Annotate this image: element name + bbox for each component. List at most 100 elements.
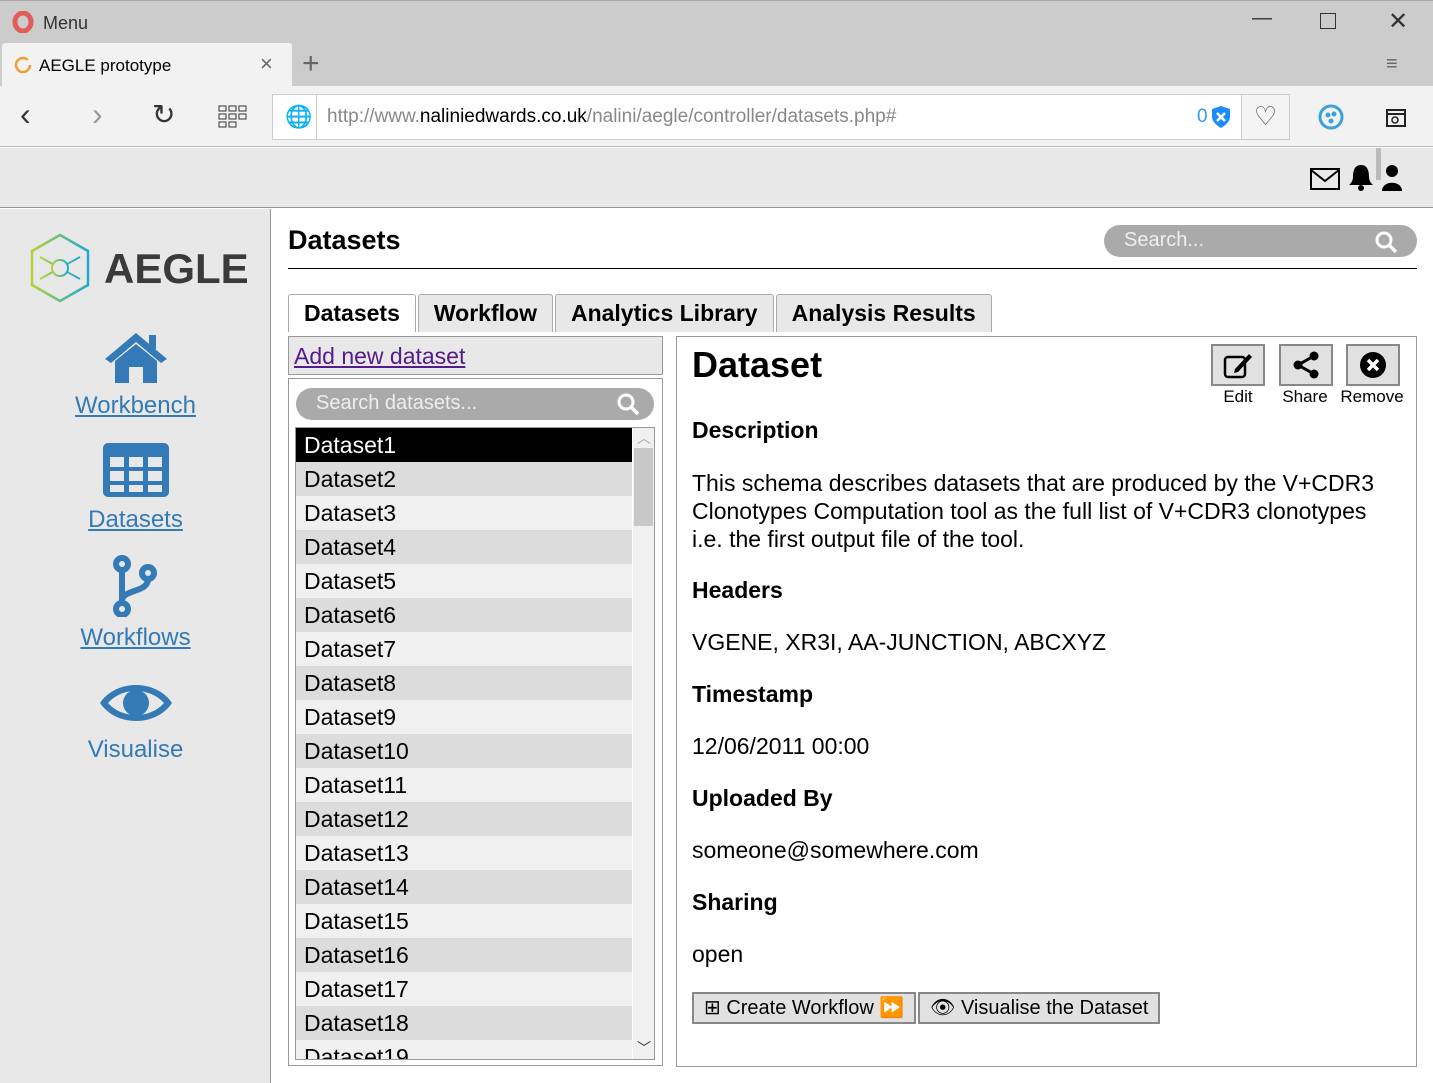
blocked-count: 0 (1197, 106, 1208, 127)
sidebar-item-workflows[interactable]: Workflows (0, 555, 271, 652)
ad-block-shield-icon[interactable] (1211, 105, 1231, 129)
speed-dial-icon[interactable] (218, 105, 248, 129)
description-label: Description (692, 417, 819, 443)
dataset-list-panel: Search datasets... Dataset1 Dataset2 Datas… (288, 378, 663, 1066)
back-button[interactable]: ‹ (20, 96, 31, 133)
globe-icon: 🌐 (285, 104, 313, 129)
table-icon: ⊞ (704, 997, 721, 1019)
eye-icon (99, 685, 172, 721)
create-workflow-button[interactable]: ⊞ Create Workflow ⏩ (692, 992, 917, 1024)
sidebar-item-visualise[interactable]: Visualise (0, 677, 271, 764)
close-tab-icon[interactable]: × (260, 51, 273, 77)
dataset-list-item[interactable]: Dataset2 (296, 462, 632, 496)
sidebar: AEGLE Workbench Datasets Workflows Visua… (0, 209, 271, 1083)
url-text[interactable]: http://www.naliniedwards.co.uk/nalini/ae… (327, 106, 896, 128)
sharing-value: open (692, 941, 744, 967)
headers-label: Headers (692, 577, 783, 603)
vpn-icon[interactable] (1318, 104, 1344, 130)
maximize-button[interactable] (1320, 13, 1336, 29)
home-icon (104, 333, 167, 383)
dataset-list-item[interactable]: Dataset18 (296, 1006, 632, 1040)
aegle-logo-icon (30, 233, 90, 303)
timestamp-label: Timestamp (692, 681, 814, 707)
bell-icon[interactable] (1347, 163, 1375, 193)
dataset-list-item[interactable]: Dataset16 (296, 938, 632, 972)
share-icon (1293, 351, 1319, 379)
logo-text: AEGLE (104, 245, 249, 292)
timestamp-value: 12/06/2011 00:00 (692, 733, 870, 759)
share-button[interactable] (1279, 344, 1333, 386)
sidebar-item-datasets[interactable]: Datasets (0, 441, 271, 534)
dataset-list-item[interactable]: Dataset12 (296, 802, 632, 836)
remove-label: Remove (1340, 387, 1404, 406)
bookmark-heart-icon[interactable]: ♡ (1241, 95, 1289, 139)
dataset-list-item[interactable]: Dataset11 (296, 768, 632, 802)
eye-icon: 👁 (930, 997, 956, 1019)
tab-list: Datasets Workflow Analytics Library Anal… (288, 294, 994, 332)
dataset-list: Dataset1 Dataset2 Dataset3 Dataset4 Dataset5… (295, 427, 655, 1060)
new-tab-button[interactable]: + (302, 47, 320, 81)
close-window-button[interactable]: ✕ (1388, 7, 1408, 36)
scroll-up-icon[interactable]: ︿ (637, 428, 651, 448)
tab-analytics-library[interactable]: Analytics Library (554, 294, 774, 332)
headers-value: VGENE, XR3I, AA-JUNCTION, ABCXYZ (692, 629, 1107, 655)
dataset-list-item[interactable]: Dataset14 (296, 870, 632, 904)
loading-icon (14, 56, 32, 74)
tab-title: AEGLE prototype (39, 56, 172, 75)
edit-icon (1223, 354, 1252, 379)
add-dataset-bar: Add new dataset (288, 336, 663, 375)
address-bar[interactable]: 🌐 http://www.naliniedwards.co.uk/nalini/… (272, 94, 1290, 140)
edit-button[interactable] (1211, 344, 1265, 386)
dataset-list-item[interactable]: Dataset4 (296, 530, 632, 564)
tab-bar: AEGLE prototype × + ≡ (0, 43, 1433, 86)
remove-button[interactable] (1346, 344, 1400, 386)
scrollbar-thumb[interactable] (634, 448, 653, 526)
dataset-list-item[interactable]: Dataset3 (296, 496, 632, 530)
tab-workflow[interactable]: Workflow (417, 294, 553, 332)
scroll-down-icon[interactable]: ﹀ (637, 1038, 651, 1058)
dataset-list-item[interactable]: Dataset17 (296, 972, 632, 1006)
user-icon[interactable] (1381, 164, 1403, 192)
opera-logo-icon[interactable] (12, 11, 34, 33)
browser-tab[interactable]: AEGLE prototype × (2, 43, 292, 86)
search-icon[interactable] (1374, 230, 1398, 254)
navigation-bar: ‹ › ↻ 🌐 http://www.naliniedwards.co.uk/n… (0, 86, 1433, 147)
forward-button[interactable]: › (92, 96, 103, 133)
tab-datasets[interactable]: Datasets (288, 294, 416, 332)
fast-forward-icon: ⏩ (879, 997, 905, 1019)
dataset-list-item[interactable]: Dataset5 (296, 564, 632, 598)
search-icon[interactable] (616, 392, 640, 416)
description-text: This schema describes datasets that are … (692, 470, 1375, 552)
sidebar-item-workbench[interactable]: Workbench (0, 329, 271, 420)
branch-icon (112, 555, 157, 618)
detail-title: Dataset (692, 344, 823, 385)
visualise-dataset-button[interactable]: 👁 Visualise the Dataset (918, 992, 1161, 1024)
uploaded-by-label: Uploaded By (692, 785, 833, 811)
dataset-list-item[interactable]: Dataset13 (296, 836, 632, 870)
menu-button[interactable]: Menu (43, 13, 88, 34)
dataset-list-item[interactable]: Dataset19 (296, 1040, 632, 1059)
dataset-list-item[interactable]: Dataset8 (296, 666, 632, 700)
dataset-list-item[interactable]: Dataset6 (296, 598, 632, 632)
global-search-input[interactable]: Search... (1104, 225, 1417, 257)
reload-button[interactable]: ↻ (152, 98, 175, 131)
remove-circle-icon (1360, 352, 1386, 378)
page-title: Datasets (288, 225, 401, 255)
dataset-list-item[interactable]: Dataset7 (296, 632, 632, 666)
title-bar: Menu — ✕ (0, 0, 1433, 43)
dataset-list-item[interactable]: Dataset9 (296, 700, 632, 734)
uploaded-by-value: someone@somewhere.com (692, 837, 979, 863)
page-header (0, 148, 1433, 208)
dataset-list-item[interactable]: Dataset15 (296, 904, 632, 938)
scrollbar[interactable]: ︿ ﹀ (633, 428, 654, 1059)
table-icon (102, 443, 169, 497)
dataset-search-input[interactable]: Search datasets... (296, 388, 654, 420)
mail-icon[interactable] (1310, 167, 1340, 191)
add-new-dataset-link[interactable]: Add new dataset (294, 343, 465, 370)
dataset-list-item[interactable]: Dataset10 (296, 734, 632, 768)
snapshot-icon[interactable] (1385, 106, 1407, 128)
tab-analysis-results[interactable]: Analysis Results (775, 294, 992, 332)
dataset-list-item[interactable]: Dataset1 (296, 428, 632, 462)
tab-menu-icon[interactable]: ≡ (1386, 53, 1398, 76)
minimize-button[interactable]: — (1252, 7, 1272, 30)
